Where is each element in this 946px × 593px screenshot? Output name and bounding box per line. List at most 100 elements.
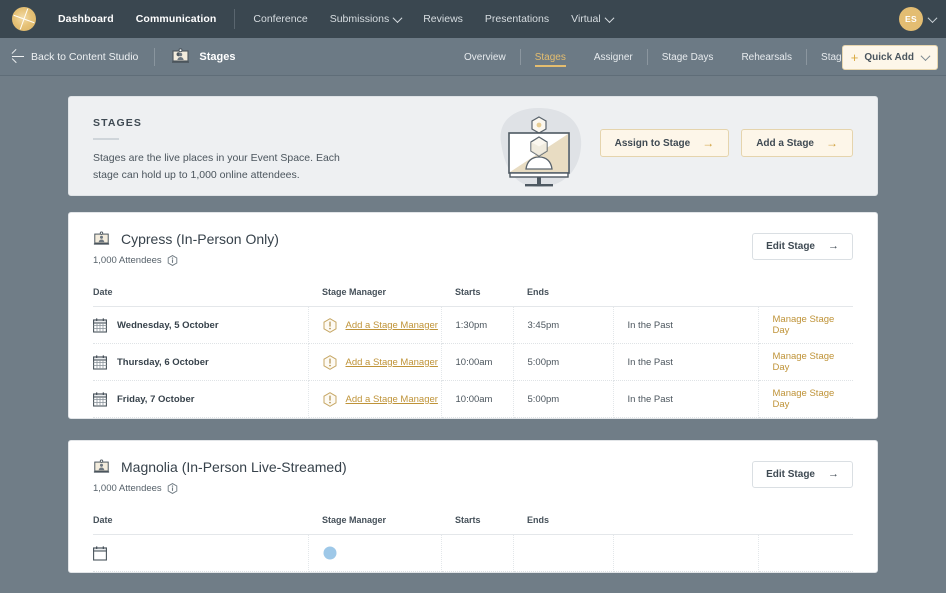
edit-stage-button[interactable]: Edit Stage → [752,461,853,488]
cell-date: Thursday, 6 October [93,343,309,381]
table-header-row: Date Stage Manager Starts Ends [93,287,853,307]
date-label: Friday, 7 October [117,393,195,405]
stages-hero-card: STAGES Stages are the live places in you… [68,96,878,196]
arrow-right-icon: → [828,468,839,480]
add-a-stage-button[interactable]: Add a Stage → [741,129,853,157]
page-title-label: Stages [199,50,236,63]
quick-add-button[interactable]: + Quick Add [841,45,938,70]
nav-divider [234,9,236,29]
cell-stage-manager: Add a Stage Manager [308,380,442,418]
calendar-icon [93,545,107,561]
cell-starts [441,534,514,572]
table-row: Wednesday, 5 October Add a Stage Manager… [93,306,853,344]
date-label: Wednesday, 5 October [117,319,219,331]
chevron-down-icon [604,12,615,23]
stage-attendees: 1,000 Attendees [93,255,279,266]
nav-item-virtual[interactable]: Virtual [571,12,615,25]
hero-title: STAGES [93,117,142,129]
add-stage-manager-link[interactable]: Add a Stage Manager [346,357,438,368]
edit-stage-label: Edit Stage [766,469,815,480]
back-link-label: Back to Content Studio [31,50,139,63]
sunburst-logo[interactable] [12,7,36,31]
column-header-ends: Ends [513,287,613,307]
warning-icon [323,317,337,333]
stage-header: Cypress (In-Person Only) 1,000 Attendees… [93,231,853,266]
add-stage-manager-link[interactable]: Add a Stage Manager [346,320,438,331]
tab-bar: Overview Stages Assigner Stage Days Rehe… [450,38,908,76]
stage-card-magnolia: Magnolia (In-Person Live-Streamed) 1,000… [68,440,878,573]
nav-item-virtual-label: Virtual [571,13,601,25]
manager-avatar [323,546,441,560]
top-navigation-bar: Dashboard Communication Conference Submi… [0,0,946,38]
tab-rehearsals[interactable]: Rehearsals [727,38,806,76]
back-to-content-studio-link[interactable]: Back to Content Studio [12,51,138,63]
stage-title: Cypress (In-Person Only) [121,231,279,247]
plus-icon: + [850,50,859,65]
stage-icon [171,48,190,65]
cell-stage-manager: Add a Stage Manager [308,343,442,381]
table-row: Thursday, 6 October Add a Stage Manager … [93,343,853,381]
cell-ends: 5:00pm [513,343,614,381]
subnav-divider [154,47,156,66]
add-stage-manager-link[interactable]: Add a Stage Manager [346,394,438,405]
manage-stage-day-link[interactable]: Manage Stage Day [773,314,835,336]
cell-starts: 10:00am [441,380,514,418]
stage-days-table: Date Stage Manager Starts Ends [93,287,853,418]
column-header-status [613,287,758,307]
stage-icon [93,459,110,475]
column-header-status [613,515,758,535]
cell-starts: 1:30pm [441,306,514,344]
nav-item-dashboard[interactable]: Dashboard [58,13,114,25]
info-icon[interactable] [167,483,178,494]
tab-stages[interactable]: Stages [521,38,580,76]
nav-item-conference[interactable]: Conference [253,13,307,25]
nav-item-submissions-label: Submissions [329,13,390,25]
assign-to-stage-label: Assign to Stage [614,137,691,149]
chevron-down-icon [920,51,931,62]
nav-item-submissions[interactable]: Submissions [329,12,403,25]
stage-icon [93,231,110,247]
calendar-icon [93,354,107,370]
avatar[interactable]: ES [899,7,923,31]
stage-header: Magnolia (In-Person Live-Streamed) 1,000… [93,459,853,494]
column-header-ends: Ends [513,515,613,535]
attendees-count: 1,000 Attendees [93,483,162,494]
edit-stage-button[interactable]: Edit Stage → [752,233,853,260]
table-row: Friday, 7 October Add a Stage Manager 10… [93,380,853,418]
manage-stage-day-link[interactable]: Manage Stage Day [773,388,835,410]
cell-action: Manage Stage Day [758,343,853,381]
cell-date [93,534,309,572]
nav-item-conference-label: Conference [253,13,308,25]
account-chevron-down-icon[interactable] [927,12,938,23]
calendar-icon [93,391,107,407]
tab-assigner[interactable]: Assigner [580,38,647,76]
add-a-stage-label: Add a Stage [756,137,814,149]
tab-stage-days[interactable]: Stage Days [648,38,728,76]
cell-ends [513,534,614,572]
assign-to-stage-button[interactable]: Assign to Stage → [599,129,730,157]
table-row [93,534,853,572]
arrow-left-icon [12,55,24,58]
quick-add-label: Quick Add [864,52,914,63]
cell-action: Manage Stage Day [758,380,853,418]
stage-name-row: Magnolia (In-Person Live-Streamed) [93,459,347,475]
chevron-down-icon [392,12,403,23]
column-header-starts: Starts [441,515,513,535]
cell-status: In the Past [613,306,759,344]
nav-item-communication[interactable]: Communication [136,13,217,25]
cell-action: Manage Stage Day [758,306,853,344]
primary-nav-group: Dashboard Communication [58,13,216,25]
account-area: ES [899,0,938,38]
table-header-row: Date Stage Manager Starts Ends [93,515,853,535]
stage-days-table: Date Stage Manager Starts Ends [93,515,853,572]
nav-item-presentations[interactable]: Presentations [485,13,549,25]
sub-navigation-bar: Back to Content Studio Stages Overview S… [0,38,946,76]
nav-item-reviews[interactable]: Reviews [423,13,463,25]
tab-overview[interactable]: Overview [450,38,520,76]
manage-stage-day-link[interactable]: Manage Stage Day [773,351,835,373]
calendar-icon [93,317,107,333]
stage-card-cypress: Cypress (In-Person Only) 1,000 Attendees… [68,212,878,419]
nav-item-reviews-label: Reviews [423,13,463,25]
info-icon[interactable] [167,255,178,266]
warning-icon [323,354,337,370]
